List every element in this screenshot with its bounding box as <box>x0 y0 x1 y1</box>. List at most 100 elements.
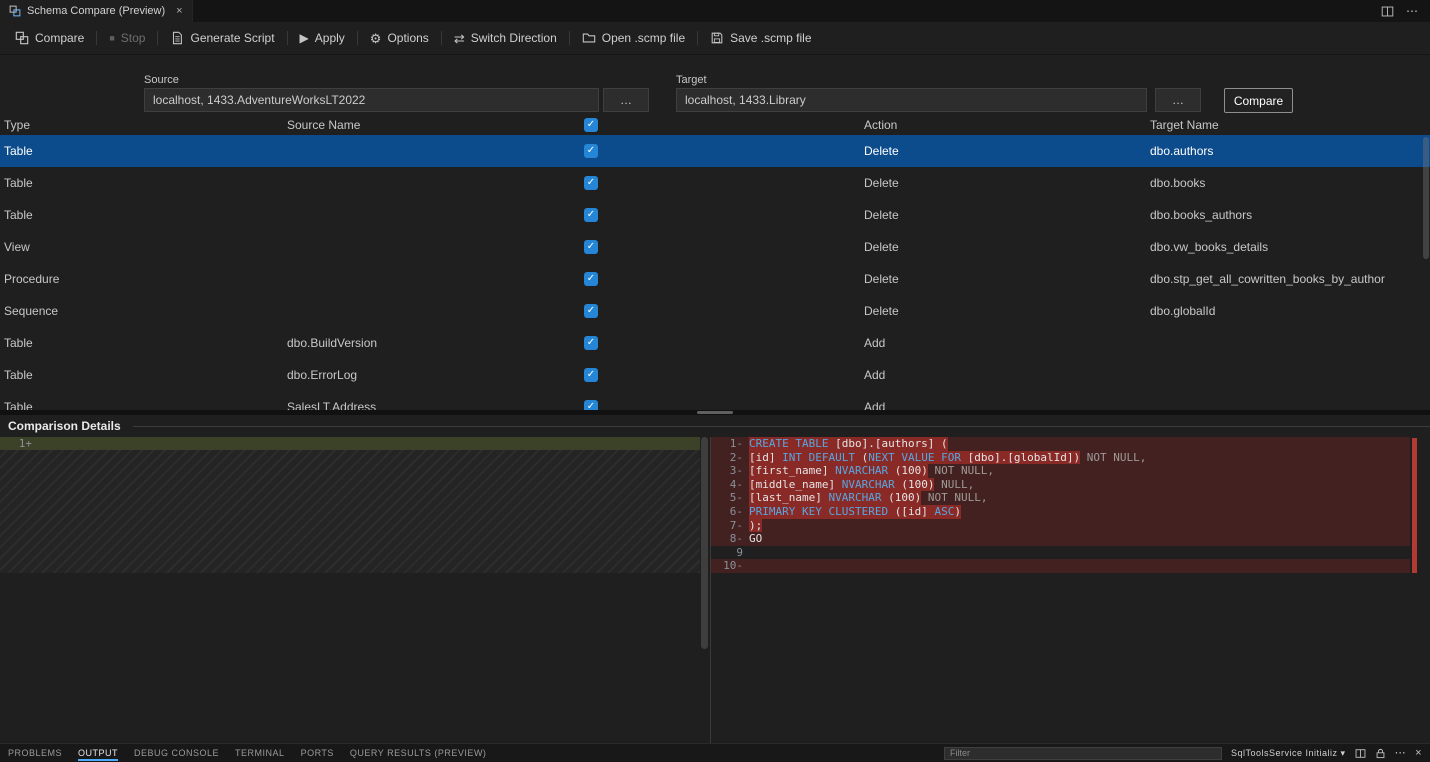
splitter-grip-icon <box>697 411 733 414</box>
row-checkbox[interactable]: ✓ <box>584 336 598 350</box>
stop-label: Stop <box>121 31 146 45</box>
open-folder-icon <box>582 31 596 45</box>
line-number: 4- <box>711 478 749 492</box>
columns-icon[interactable] <box>1355 748 1366 759</box>
table-row[interactable]: View ✓ Delete dbo.vw_books_details <box>0 231 1430 263</box>
source-label: Source <box>144 74 179 86</box>
row-checkbox[interactable]: ✓ <box>584 272 598 286</box>
schema-compare-window: Schema Compare (Preview) × ⋯ Compare ■ S… <box>0 0 1430 762</box>
run-compare-button[interactable]: Compare <box>1224 88 1293 113</box>
cell-include: ✓ <box>580 400 860 410</box>
gear-icon: ⚙ <box>370 32 382 45</box>
check-icon: ✓ <box>587 274 595 284</box>
check-icon: ✓ <box>587 338 595 348</box>
tab-output[interactable]: OUTPUT <box>70 744 126 762</box>
output-channel-select[interactable]: SqlToolsService Initializ ▾ <box>1231 748 1346 759</box>
row-checkbox[interactable]: ✓ <box>584 240 598 254</box>
code-line: 2- [id] INT DEFAULT ( NEXT VALUE FOR [db… <box>711 451 1410 465</box>
close-tab-icon[interactable]: × <box>176 5 182 17</box>
table-row[interactable]: Table dbo.BuildVersion ✓ Add <box>0 327 1430 359</box>
code-line: 9 <box>711 546 1410 560</box>
generate-script-button[interactable]: Generate Script <box>161 22 283 54</box>
cell-source-name: SalesLT.Address <box>283 400 580 410</box>
lock-scroll-icon[interactable] <box>1375 748 1386 759</box>
apply-button[interactable]: ▶ Apply <box>291 22 354 54</box>
comparison-details-title: Comparison Details <box>8 419 121 433</box>
diff-source-pane[interactable]: 1+ <box>0 437 710 744</box>
split-editor-icon[interactable] <box>1381 5 1394 18</box>
table-row[interactable]: Table ✓ Delete dbo.authors <box>0 135 1430 167</box>
source-browse-button[interactable]: … <box>603 88 649 112</box>
source-input[interactable] <box>144 88 599 112</box>
code-line: 6- PRIMARY KEY CLUSTERED ([id] ASC ) <box>711 505 1410 519</box>
cell-action: Delete <box>860 176 1146 190</box>
tab-query-results[interactable]: QUERY RESULTS (PREVIEW) <box>342 744 495 762</box>
check-icon: ✓ <box>587 146 595 156</box>
row-checkbox[interactable]: ✓ <box>584 368 598 382</box>
cell-action: Add <box>860 368 1146 382</box>
more-actions-icon[interactable]: ⋯ <box>1406 5 1418 17</box>
row-checkbox[interactable]: ✓ <box>584 208 598 222</box>
cell-action: Delete <box>860 208 1146 222</box>
source-scrollbar[interactable] <box>701 437 708 649</box>
cell-include: ✓ <box>580 240 860 254</box>
cell-type: View <box>0 240 283 254</box>
open-scmp-button[interactable]: Open .scmp file <box>573 22 694 54</box>
header-action[interactable]: Action <box>860 118 1146 132</box>
cell-action: Delete <box>860 304 1146 318</box>
line-number: 7- <box>711 519 749 533</box>
source-line-highlight <box>0 437 700 450</box>
tab-schema-compare[interactable]: Schema Compare (Preview) × <box>0 0 193 22</box>
row-checkbox[interactable]: ✓ <box>584 144 598 158</box>
table-row[interactable]: Procedure ✓ Delete dbo.stp_get_all_cowri… <box>0 263 1430 295</box>
overview-ruler-removed-marks[interactable] <box>1412 438 1417 573</box>
line-number: 2- <box>711 451 749 465</box>
target-code: 1- CREATE TABLE [dbo].[authors] ( 2- [id… <box>711 437 1410 573</box>
table-row[interactable]: Table dbo.ErrorLog ✓ Add <box>0 359 1430 391</box>
output-filter-input[interactable] <box>944 747 1222 760</box>
compare-button[interactable]: Compare <box>6 22 93 54</box>
line-number: 5- <box>711 491 749 505</box>
save-floppy-icon <box>710 31 724 45</box>
toolbar-separator <box>569 31 570 45</box>
code-line: 5- [last_name] NVARCHAR (100) NOT NULL, <box>711 491 1410 505</box>
source-line-number: 1+ <box>0 437 32 450</box>
cell-type: Table <box>0 336 283 350</box>
header-source-name[interactable]: Source Name <box>283 118 580 132</box>
save-scmp-button[interactable]: Save .scmp file <box>701 22 820 54</box>
target-input[interactable] <box>676 88 1147 112</box>
line-number: 3- <box>711 464 749 478</box>
check-icon: ✓ <box>587 242 595 252</box>
cell-source-name: dbo.BuildVersion <box>283 336 580 350</box>
tab-terminal[interactable]: TERMINAL <box>227 744 293 762</box>
table-row[interactable]: Table ✓ Delete dbo.books_authors <box>0 199 1430 231</box>
table-row[interactable]: Table ✓ Delete dbo.books <box>0 167 1430 199</box>
table-row[interactable]: Table SalesLT.Address ✓ Add <box>0 391 1430 410</box>
grid-scrollbar[interactable] <box>1423 137 1429 259</box>
target-browse-button[interactable]: … <box>1155 88 1201 112</box>
row-checkbox[interactable]: ✓ <box>584 400 598 410</box>
row-checkbox[interactable]: ✓ <box>584 176 598 190</box>
schema-compare-icon <box>9 5 21 17</box>
tab-title: Schema Compare (Preview) <box>27 5 165 17</box>
diff-target-pane[interactable]: 1- CREATE TABLE [dbo].[authors] ( 2- [id… <box>710 437 1430 744</box>
switch-direction-button[interactable]: ⇄ Switch Direction <box>445 22 566 54</box>
close-panel-icon[interactable]: × <box>1415 748 1422 759</box>
bottom-panel-bar: PROBLEMS OUTPUT DEBUG CONSOLE TERMINAL P… <box>0 743 1430 762</box>
tab-problems[interactable]: PROBLEMS <box>0 744 70 762</box>
tab-ports[interactable]: PORTS <box>293 744 342 762</box>
table-row[interactable]: Sequence ✓ Delete dbo.globalId <box>0 295 1430 327</box>
cell-include: ✓ <box>580 272 860 286</box>
cell-action: Add <box>860 336 1146 350</box>
switch-direction-label: Switch Direction <box>471 31 557 45</box>
more-actions-icon[interactable]: ⋯ <box>1395 748 1407 759</box>
line-number: 6- <box>711 505 749 519</box>
options-button[interactable]: ⚙ Options <box>361 22 438 54</box>
header-type[interactable]: Type <box>0 118 283 132</box>
tab-debug-console[interactable]: DEBUG CONSOLE <box>126 744 227 762</box>
header-target-name[interactable]: Target Name <box>1146 118 1430 132</box>
include-all-checkbox[interactable]: ✓ <box>584 118 598 132</box>
save-scmp-label: Save .scmp file <box>730 31 811 45</box>
row-checkbox[interactable]: ✓ <box>584 304 598 318</box>
stop-button[interactable]: ■ Stop <box>100 22 154 54</box>
